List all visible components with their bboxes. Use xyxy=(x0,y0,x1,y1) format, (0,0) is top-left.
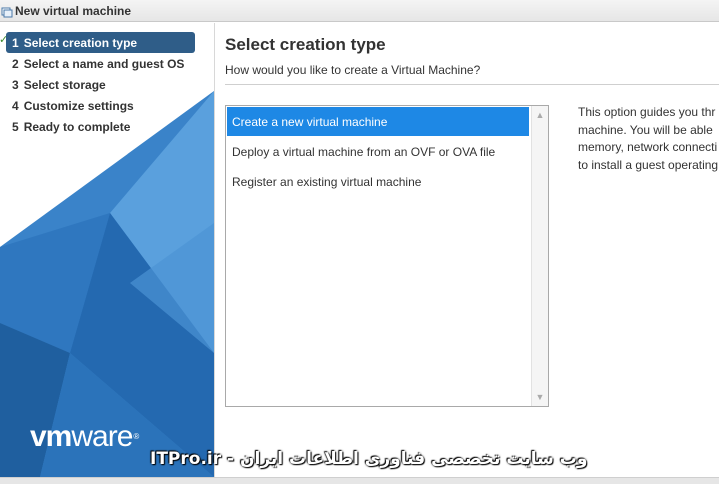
step-select-name-and-guest-os[interactable]: 2 Select a name and guest OS xyxy=(6,53,195,74)
step-number: 3 xyxy=(12,77,19,92)
step-customize-settings[interactable]: 4 Customize settings xyxy=(6,95,195,116)
step-label: Customize settings xyxy=(23,98,134,113)
page-title: Select creation type xyxy=(225,35,386,54)
step-select-creation-type[interactable]: ✓ 1 Select creation type xyxy=(0,32,195,53)
option-description: This option guides you thr machine. You … xyxy=(578,104,719,174)
step-label: Select creation type xyxy=(23,35,138,50)
divider xyxy=(225,84,719,85)
wizard-main-panel: Select creation type How would you like … xyxy=(214,23,719,477)
checkmark-icon: ✓ xyxy=(0,34,9,46)
step-label: Ready to complete xyxy=(23,119,131,134)
step-select-storage[interactable]: 3 Select storage xyxy=(6,74,195,95)
creation-type-list[interactable]: Create a new virtual machine Deploy a vi… xyxy=(225,105,549,407)
description-line: to install a guest operating xyxy=(578,157,719,172)
step-number: 5 xyxy=(12,119,19,134)
scroll-up-icon[interactable]: ▲ xyxy=(535,110,545,120)
virtual-machine-icon xyxy=(1,5,13,17)
scroll-down-icon[interactable]: ▼ xyxy=(535,392,545,402)
page-subtitle: How would you like to create a Virtual M… xyxy=(225,63,481,77)
step-number: 1 xyxy=(12,35,19,50)
option-deploy-from-ovf[interactable]: Deploy a virtual machine from an OVF or … xyxy=(227,137,529,166)
step-ready-to-complete[interactable]: 5 Ready to complete xyxy=(6,116,195,137)
step-number: 2 xyxy=(12,56,19,71)
description-line: This option guides you thr xyxy=(578,105,716,119)
vmware-logo: vmware® xyxy=(30,420,139,453)
step-label: Select a name and guest OS xyxy=(23,56,185,71)
wizard-footer xyxy=(0,477,719,484)
step-number: 4 xyxy=(12,98,19,113)
window-titlebar: New virtual machine xyxy=(0,0,719,22)
step-label: Select storage xyxy=(23,77,106,92)
list-scrollbar[interactable]: ▲ ▼ xyxy=(531,106,548,406)
option-create-new-vm[interactable]: Create a new virtual machine xyxy=(227,107,529,136)
option-register-existing-vm[interactable]: Register an existing virtual machine xyxy=(227,167,529,196)
window-title: New virtual machine xyxy=(15,3,132,18)
description-line: memory, network connecti xyxy=(578,140,718,154)
site-watermark: ITPro.ir - وب سایت تخصصی فناوری اطلاعات … xyxy=(150,449,588,469)
description-line: machine. You will be able xyxy=(578,122,713,137)
wizard-sidebar: ✓ 1 Select creation type 2 Select a name… xyxy=(0,23,214,477)
wizard-steps: ✓ 1 Select creation type 2 Select a name… xyxy=(0,32,214,137)
